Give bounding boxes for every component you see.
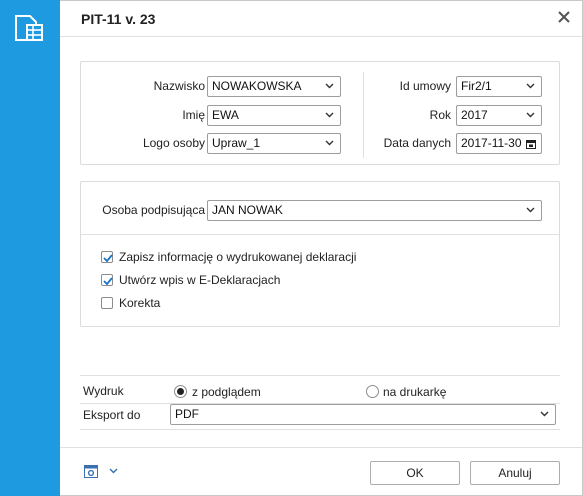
export-label: Eksport do <box>83 408 141 422</box>
close-icon[interactable] <box>556 9 572 25</box>
data-date-label: Data danych <box>383 136 451 150</box>
document-table-icon <box>15 15 43 41</box>
calendar-icon[interactable] <box>526 139 536 149</box>
signing-options-panel: Osoba podpisująca JAN NOWAK Zapisz infor… <box>80 181 560 327</box>
logo-label: Logo osoby <box>142 136 205 150</box>
export-format-select[interactable]: PDF <box>170 404 556 425</box>
chevron-down-icon[interactable] <box>109 468 118 474</box>
create-edeclaration-checkbox[interactable] <box>101 274 113 286</box>
dialog: PIT-11 v. 23 Nazwisko NOWAKOWSKA Imię EW… <box>60 0 583 496</box>
cancel-button[interactable]: Anuluj <box>470 461 560 485</box>
year-label: Rok <box>429 108 451 122</box>
logo-select[interactable]: Upraw_1 <box>207 133 341 154</box>
signing-person-label: Osoba podpisująca <box>102 203 205 217</box>
chevron-down-icon <box>526 83 535 89</box>
firstname-select[interactable]: EWA <box>207 105 341 126</box>
chevron-down-icon <box>540 411 549 417</box>
contract-id-label: Id umowy <box>399 79 451 93</box>
correction-checkbox[interactable] <box>101 297 113 309</box>
chevron-down-icon <box>526 112 535 118</box>
print-label: Wydruk <box>83 384 124 398</box>
create-edeclaration-label[interactable]: Utwórz wpis w E-Deklaracjach <box>119 272 280 288</box>
chevron-down-icon <box>325 83 334 89</box>
export-bottom-separator <box>80 429 560 430</box>
checkmark-icon <box>103 277 113 286</box>
signing-person-select[interactable]: JAN NOWAK <box>207 200 542 221</box>
correction-label[interactable]: Korekta <box>119 295 160 311</box>
print-preview-radio[interactable] <box>174 385 187 398</box>
surname-select[interactable]: NOWAKOWSKA <box>207 76 341 97</box>
dialog-title: PIT-11 v. 23 <box>81 11 156 27</box>
sidebar <box>0 0 60 496</box>
calendar-settings-icon[interactable] <box>84 464 98 478</box>
firstname-label: Imię <box>182 108 205 122</box>
surname-label: Nazwisko <box>153 79 205 93</box>
contract-id-select[interactable]: Fir2/1 <box>456 76 542 97</box>
panel-separator <box>81 234 559 235</box>
person-contract-panel: Nazwisko NOWAKOWSKA Imię EWA Logo osoby … <box>80 61 560 165</box>
print-printer-radio[interactable] <box>366 385 379 398</box>
footer-separator <box>60 447 582 448</box>
chevron-down-icon <box>325 140 334 146</box>
chevron-down-icon <box>325 112 334 118</box>
save-print-info-checkbox[interactable] <box>101 251 113 263</box>
print-separator <box>80 375 560 376</box>
checkmark-icon <box>103 254 113 263</box>
radio-selected-dot <box>177 388 184 395</box>
print-preview-label[interactable]: z podglądem <box>192 384 261 400</box>
panel-divider <box>363 72 364 158</box>
ok-button[interactable]: OK <box>370 461 460 485</box>
print-printer-label[interactable]: na drukarkę <box>383 384 446 400</box>
title-separator <box>60 36 582 37</box>
year-select[interactable]: 2017 <box>456 105 542 126</box>
chevron-down-icon <box>526 207 535 213</box>
save-print-info-label[interactable]: Zapisz informację o wydrukowanej deklara… <box>119 249 356 265</box>
data-date-input[interactable]: 2017-11-30 <box>456 133 542 154</box>
